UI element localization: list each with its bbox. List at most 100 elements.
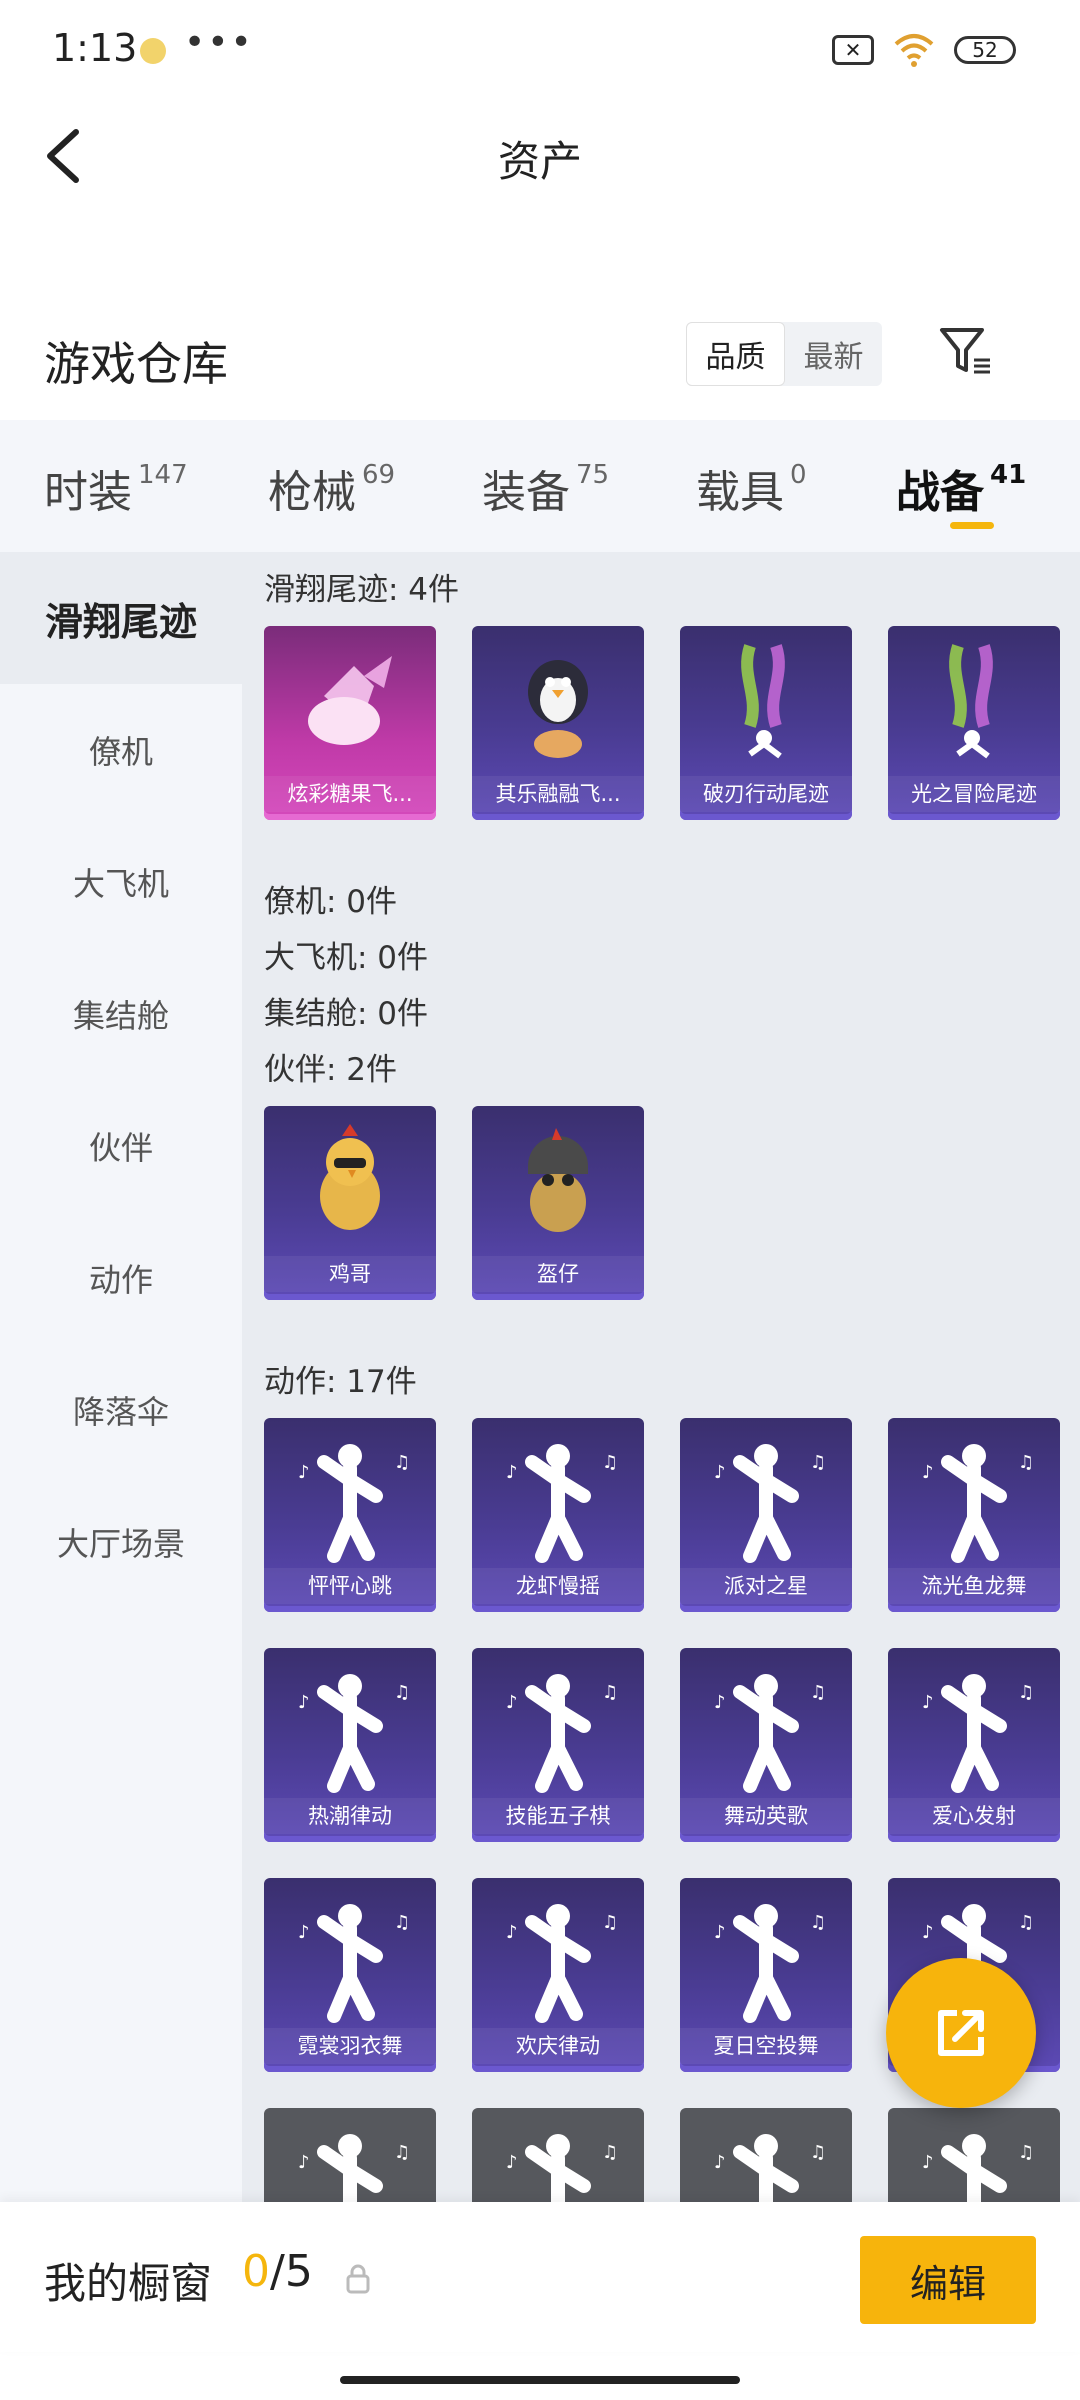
- item-card[interactable]: 盔仔: [472, 1106, 644, 1300]
- category-tabs: 时装 147 枪械 69 装备 75 载具 0 战备 41: [0, 420, 1080, 552]
- filter-icon[interactable]: [936, 322, 996, 382]
- item-card[interactable]: ♪ ♫ 欢庆律动: [472, 1878, 644, 2072]
- showcase-count: 0/5: [242, 2246, 313, 2297]
- svg-text:♫: ♫: [602, 1912, 618, 1933]
- item-card[interactable]: ♪ ♫ 夏日空投舞: [680, 1878, 852, 2072]
- warehouse-title: 游戏仓库: [44, 337, 228, 391]
- item-card[interactable]: ♪ ♫ 技能五子棋: [472, 1648, 644, 1842]
- item-name: 炫彩糖果飞...: [264, 776, 436, 812]
- dance-figure-icon: ♪ ♫: [298, 1444, 410, 1563]
- sidebar-item-companion[interactable]: 伙伴: [0, 1080, 242, 1212]
- no-sim-icon: ✕: [832, 35, 874, 65]
- item-name: 流光鱼龙舞: [888, 1568, 1060, 1604]
- item-card[interactable]: ♪ ♫ 怦怦心跳: [264, 1418, 436, 1612]
- status-time: 1:13: [52, 26, 138, 70]
- item-name: 怦怦心跳: [264, 1568, 436, 1604]
- svg-text:♪: ♪: [922, 1462, 934, 1483]
- item-name: 热潮律动: [264, 1798, 436, 1834]
- svg-text:♪: ♪: [922, 1692, 934, 1713]
- group-title: 集结舱: 0件: [264, 996, 429, 1032]
- dance-figure-icon: ♪ ♫: [298, 1904, 410, 2023]
- home-indicator[interactable]: [340, 2376, 740, 2384]
- svg-text:♫: ♫: [1018, 2142, 1034, 2163]
- svg-text:♫: ♫: [602, 1682, 618, 1703]
- smoke-trail-icon: [949, 644, 993, 759]
- sidebar-item-glide-trail[interactable]: 滑翔尾迹: [0, 552, 242, 684]
- item-name: 盔仔: [472, 1256, 644, 1292]
- svg-text:♫: ♫: [394, 1682, 410, 1703]
- dance-figure-icon: ♪ ♫: [922, 1674, 1034, 1793]
- item-card[interactable]: 其乐融融飞...: [472, 626, 644, 820]
- group-title: 伙伴: 2件: [264, 1052, 398, 1088]
- item-name: 爱心发射: [888, 1798, 1060, 1834]
- edit-button[interactable]: 编辑: [860, 2236, 1036, 2324]
- share-button[interactable]: [886, 1958, 1036, 2108]
- svg-text:♪: ♪: [922, 2152, 934, 2173]
- item-name: 破刃行动尾迹: [680, 776, 852, 812]
- item-card[interactable]: ♪ ♫ 舞动英歌: [680, 1648, 852, 1842]
- dance-figure-icon: ♪ ♫: [714, 2134, 826, 2202]
- item-card[interactable]: ♪ ♫ 热潮律动: [264, 1648, 436, 1842]
- svg-text:♫: ♫: [810, 2142, 826, 2163]
- item-card[interactable]: ♪ ♫ 龙虾慢摇: [472, 1418, 644, 1612]
- tab-equipment[interactable]: 装备 75: [482, 456, 609, 520]
- item-card[interactable]: ♪ ♫ 流光鱼龙舞: [888, 1418, 1060, 1612]
- sidebar-item-wingman[interactable]: 僚机: [0, 684, 242, 816]
- sort-toggle: 品质 最新: [686, 322, 882, 386]
- tab-weapons[interactable]: 枪械 69: [268, 456, 395, 520]
- dance-figure-icon: ♪ ♫: [298, 1674, 410, 1793]
- item-grid: 炫彩糖果飞... 其乐融融飞... 破刃行动尾迹 光之冒险尾迹: [264, 626, 1064, 856]
- item-name: 夏日空投舞: [680, 2028, 852, 2064]
- group-title: 动作: 17件: [264, 1364, 417, 1400]
- battery-icon: 52: [954, 36, 1016, 64]
- smoke-trail-icon: [741, 644, 785, 759]
- tab-war-prep[interactable]: 战备 41: [896, 456, 1026, 520]
- sidebar-item-assembly-pod[interactable]: 集结舱: [0, 948, 242, 1080]
- tab-vehicles[interactable]: 载具 0: [696, 456, 807, 520]
- sidebar-item-parachute[interactable]: 降落伞: [0, 1344, 242, 1476]
- dance-figure-icon: ♪ ♫: [506, 1674, 618, 1793]
- svg-text:♪: ♪: [298, 2152, 310, 2173]
- item-card[interactable]: 光之冒险尾迹: [888, 626, 1060, 820]
- svg-text:♪: ♪: [714, 2152, 726, 2173]
- item-card[interactable]: 鸡哥: [264, 1106, 436, 1300]
- svg-text:♪: ♪: [714, 1922, 726, 1943]
- sidebar-item-emote[interactable]: 动作: [0, 1212, 242, 1344]
- sidebar-item-big-plane[interactable]: 大飞机: [0, 816, 242, 948]
- item-card[interactable]: ♪ ♫: [888, 2108, 1060, 2202]
- dance-figure-icon: ♪ ♫: [506, 2134, 618, 2202]
- item-name: 龙虾慢摇: [472, 1568, 644, 1604]
- svg-text:♫: ♫: [1018, 1682, 1034, 1703]
- sidebar-item-lobby-scene[interactable]: 大厅场景: [0, 1476, 242, 1608]
- dance-figure-icon: ♪ ♫: [714, 1904, 826, 2023]
- item-card[interactable]: 破刃行动尾迹: [680, 626, 852, 820]
- svg-text:♫: ♫: [602, 2142, 618, 2163]
- item-card[interactable]: ♪ ♫ 霓裳羽衣舞: [264, 1878, 436, 2072]
- lock-icon: [346, 2264, 370, 2294]
- item-card[interactable]: ♪ ♫: [680, 2108, 852, 2202]
- item-name: 其乐融融飞...: [472, 776, 644, 812]
- candy-icon: [308, 656, 392, 745]
- svg-text:♪: ♪: [506, 1462, 518, 1483]
- item-card[interactable]: ♪ ♫ 派对之星: [680, 1418, 852, 1612]
- dance-figure-icon: ♪ ♫: [506, 1444, 618, 1563]
- item-card[interactable]: ♪ ♫: [264, 2108, 436, 2202]
- tab-fashion[interactable]: 时装 147: [44, 456, 188, 520]
- sort-newest-option[interactable]: 最新: [785, 322, 882, 386]
- item-grid: 鸡哥 盔仔: [264, 1106, 1064, 1336]
- sort-quality-option[interactable]: 品质: [686, 322, 785, 386]
- item-card[interactable]: 炫彩糖果飞...: [264, 626, 436, 820]
- item-card[interactable]: ♪ ♫ 爱心发射: [888, 1648, 1060, 1842]
- penguin-icon: [528, 660, 588, 758]
- svg-text:♫: ♫: [394, 1452, 410, 1473]
- svg-text:♪: ♪: [506, 2152, 518, 2173]
- group-title: 滑翔尾迹: 4件: [264, 572, 460, 608]
- item-content-panel[interactable]: 滑翔尾迹: 4件 炫彩糖果飞... 其乐融融飞... 破刃行动尾迹 光之冒险尾迹 僚机: …: [242, 552, 1080, 2202]
- item-card[interactable]: ♪ ♫: [472, 2108, 644, 2202]
- dance-figure-icon: ♪ ♫: [922, 2134, 1034, 2202]
- chicken-icon: [320, 1124, 380, 1230]
- showcase-label: 我的橱窗: [44, 2259, 213, 2308]
- nav-bar: 资产: [0, 100, 1080, 210]
- item-name: 欢庆律动: [472, 2028, 644, 2064]
- svg-text:♪: ♪: [714, 1692, 726, 1713]
